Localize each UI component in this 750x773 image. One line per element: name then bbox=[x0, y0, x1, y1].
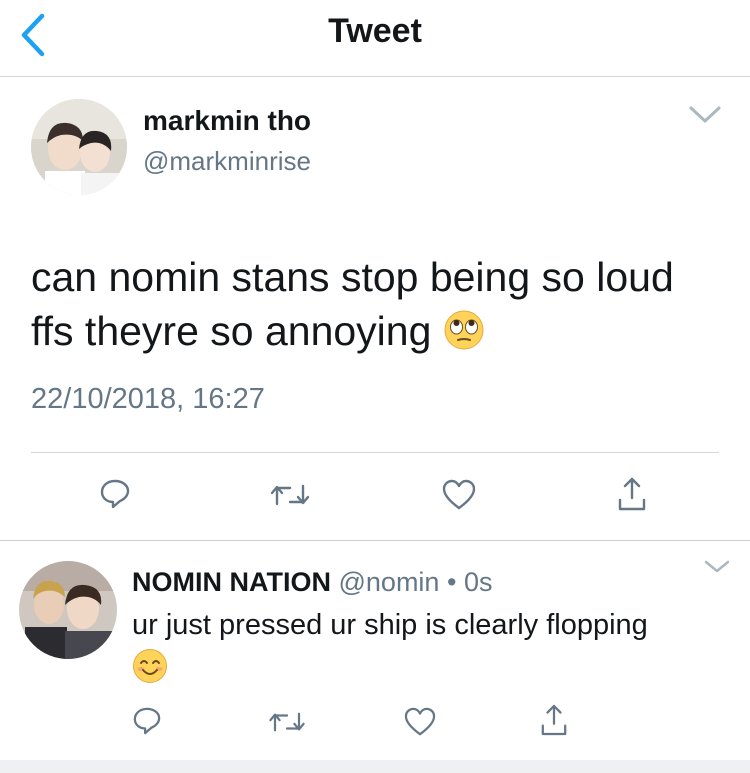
reply-icon bbox=[100, 479, 130, 509]
divider bbox=[31, 452, 719, 453]
retweet-button[interactable] bbox=[270, 482, 310, 513]
retweet-icon bbox=[269, 712, 305, 732]
reply-icon bbox=[133, 707, 161, 735]
share-icon bbox=[541, 704, 567, 736]
author-name[interactable]: markmin tho bbox=[143, 105, 311, 137]
like-button[interactable] bbox=[442, 479, 476, 516]
smiling-face-emoji-icon bbox=[133, 649, 167, 683]
reply-time: 0s bbox=[463, 567, 493, 597]
bottom-bar bbox=[0, 760, 750, 773]
reply-text-content: ur just pressed ur ship is clearly flopp… bbox=[132, 609, 648, 641]
tweet-text: can nomin stans stop being so loud ffs t… bbox=[31, 250, 731, 358]
chevron-down-icon bbox=[704, 560, 730, 573]
share-button[interactable] bbox=[617, 476, 647, 517]
chevron-down-icon bbox=[689, 106, 721, 123]
reply-author-handle[interactable]: @nomin bbox=[339, 567, 440, 597]
author-handle[interactable]: @markminrise bbox=[143, 146, 311, 177]
retweet-icon bbox=[270, 484, 310, 506]
reply-text: ur just pressed ur ship is clearly flopp… bbox=[132, 604, 732, 684]
tweet-text-line-2-text: ffs theyre so annoying bbox=[31, 308, 432, 354]
tweet-timestamp: 22/10/2018, 16:27 bbox=[31, 383, 265, 415]
heart-icon bbox=[442, 479, 476, 510]
top-nav-bar: Tweet bbox=[0, 0, 750, 77]
reply-like-button[interactable] bbox=[404, 707, 436, 742]
reply-button[interactable] bbox=[100, 478, 130, 515]
reply-menu-button[interactable] bbox=[703, 558, 731, 576]
tweet-text-line-2: ffs theyre so annoying bbox=[31, 304, 731, 358]
tweet-menu-button[interactable] bbox=[688, 104, 722, 126]
share-icon bbox=[618, 477, 646, 511]
page-title: Tweet bbox=[328, 12, 422, 50]
reply-separator-dot: • bbox=[446, 567, 457, 597]
heart-icon bbox=[404, 707, 436, 736]
rolling-eyes-emoji-icon bbox=[444, 310, 484, 350]
reply-retweet-button[interactable] bbox=[268, 710, 306, 739]
reply-author-avatar[interactable] bbox=[19, 561, 117, 659]
reply-share-button[interactable] bbox=[540, 703, 568, 742]
section-separator bbox=[0, 540, 750, 541]
tweet-text-line-1: can nomin stans stop being so loud bbox=[31, 254, 674, 300]
author-avatar[interactable] bbox=[31, 99, 127, 195]
reply-reply-button[interactable] bbox=[133, 706, 161, 741]
reply-author-name[interactable]: NOMIN NATION bbox=[132, 567, 331, 597]
reply-header: NOMIN NATION @nomin • 0s bbox=[132, 567, 492, 598]
